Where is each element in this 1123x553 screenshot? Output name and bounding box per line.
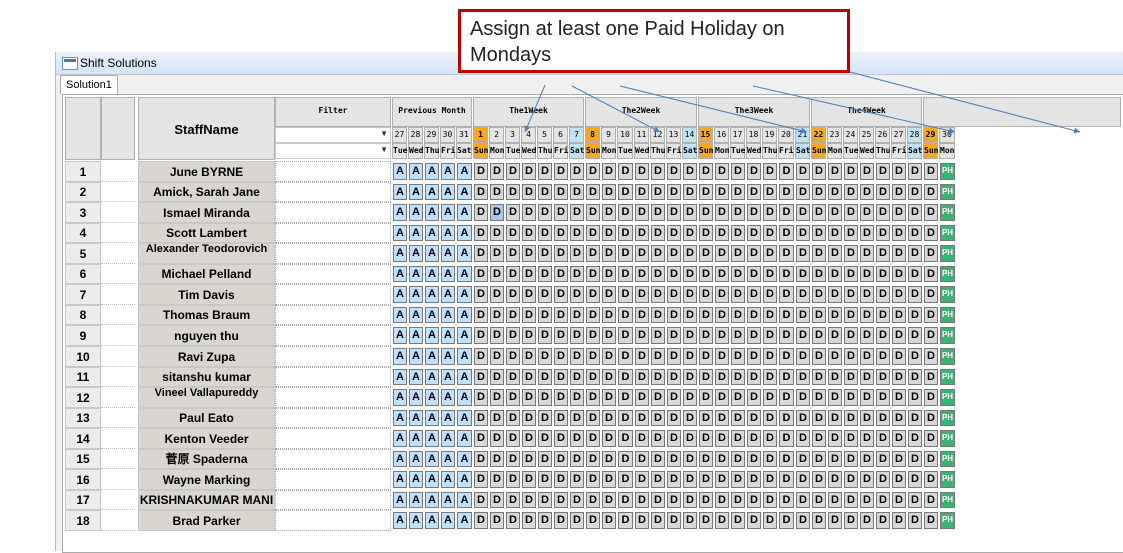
callout-arrows	[524, 71, 1081, 134]
callout-arrow	[752, 85, 956, 134]
callout-arrow	[524, 84, 546, 133]
callout-annotation: Assign at least one Paid Holiday on Mond…	[458, 9, 850, 73]
callout-arrow	[619, 85, 808, 134]
callout-arrow	[849, 71, 1081, 134]
